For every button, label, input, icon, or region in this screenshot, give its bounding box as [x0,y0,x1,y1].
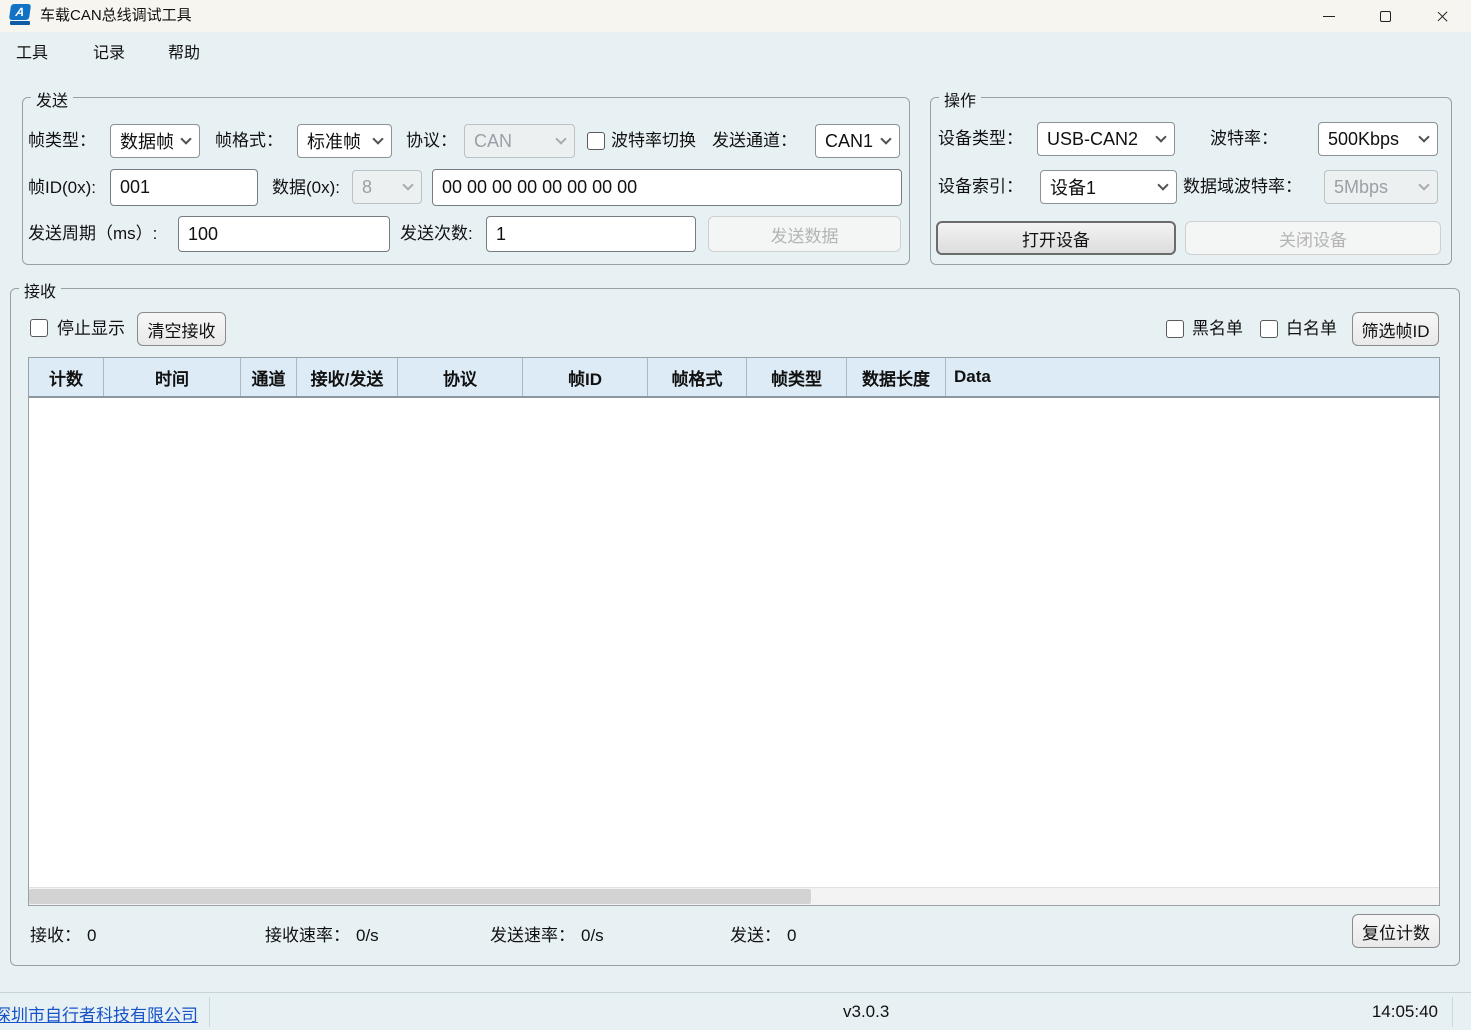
send-channel-select[interactable]: CAN1 [815,124,900,158]
app-version: v3.0.3 [843,1002,889,1022]
blacklist-label: 黑名单 [1192,312,1243,346]
device-type-select[interactable]: USB-CAN2 [1037,122,1175,156]
baud-rate-select[interactable]: 500Kbps [1318,122,1438,156]
send-channel-label: 发送通道： [712,124,797,158]
frame-type-select[interactable]: 数据帧 [110,124,200,158]
device-index-select[interactable]: 设备1 [1040,170,1177,204]
data-baud-label: 数据域波特率： [1183,170,1302,204]
chevron-down-icon [1418,179,1429,190]
open-device-button[interactable]: 打开设备 [936,221,1176,255]
data-bytes-input[interactable] [432,169,902,206]
blacklist-checkbox[interactable] [1166,320,1184,338]
receive-group-label: 接收 [19,278,61,302]
send-data-button: 发送数据 [708,216,901,252]
status-bar: 深圳市自行者科技有限公司 v3.0.3 14:05:40 [0,992,1471,1030]
maximize-icon [1380,11,1391,22]
frame-id-label: 帧ID(0x): [28,169,96,206]
col-data[interactable]: Data [946,358,1439,396]
data-baud-select: 5Mbps [1324,170,1438,204]
menu-record[interactable]: 记录 [93,40,125,68]
col-frame-type[interactable]: 帧类型 [747,358,847,396]
title-bar: A 车载CAN总线调试工具 [0,0,1471,32]
col-protocol[interactable]: 协议 [398,358,523,396]
col-frame-format[interactable]: 帧格式 [648,358,747,396]
device-index-label: 设备索引： [938,170,1023,204]
receive-table: 计数 时间 通道 接收/发送 协议 帧ID 帧格式 帧类型 数据长度 Data [28,357,1440,906]
send-count-value: 0 [787,926,796,945]
data-length-label: 数据(0x): [272,169,340,206]
whitelist-label: 白名单 [1286,312,1337,346]
app-logo-icon: A [10,4,32,28]
minimize-button[interactable] [1300,0,1357,32]
stop-display-checkbox[interactable] [30,319,48,337]
col-channel[interactable]: 通道 [241,358,297,396]
minimize-icon [1323,16,1335,17]
close-device-button: 关闭设备 [1185,221,1441,255]
frame-format-label: 帧格式： [215,124,283,158]
baud-rate-label: 波特率： [1210,122,1278,156]
reset-count-button[interactable]: 复位计数 [1352,914,1440,948]
send-rate-stat: 发送速率：0/s [490,921,604,946]
send-times-label: 发送次数: [400,216,473,252]
menu-tools[interactable]: 工具 [16,40,48,68]
send-times-input[interactable] [486,216,696,252]
scrollbar-thumb[interactable] [29,889,811,904]
frame-id-input[interactable] [110,169,258,206]
baud-switch-label: 波特率切换 [611,124,696,158]
menu-help[interactable]: 帮助 [168,40,200,68]
col-count[interactable]: 计数 [29,358,104,396]
chevron-down-icon [180,133,191,144]
recv-count-value: 0 [87,926,96,945]
send-rate-value: 0/s [581,926,604,945]
recv-count-stat: 接收：0 [30,921,96,946]
receive-table-header: 计数 时间 通道 接收/发送 协议 帧ID 帧格式 帧类型 数据长度 Data [29,358,1439,398]
close-button[interactable] [1414,0,1471,32]
maximize-button[interactable] [1357,0,1414,32]
send-count-stat: 发送：0 [730,921,796,946]
horizontal-scrollbar[interactable] [29,887,1439,905]
chevron-down-icon [1157,179,1168,190]
col-frame-id[interactable]: 帧ID [523,358,648,396]
send-period-input[interactable] [178,216,390,252]
baud-switch-checkbox[interactable] [587,132,605,150]
protocol-label: 协议： [406,124,457,158]
frame-format-select[interactable]: 标准帧 [297,124,392,158]
send-group-label: 发送 [31,87,73,111]
col-rx-tx[interactable]: 接收/发送 [297,358,398,396]
clock: 14:05:40 [1372,1002,1438,1022]
operation-group-label: 操作 [939,87,981,111]
chevron-down-icon [1155,131,1166,142]
device-type-label: 设备类型： [938,122,1023,156]
chevron-down-icon [372,133,383,144]
company-link[interactable]: 深圳市自行者科技有限公司 [0,1001,198,1026]
filter-frame-id-button[interactable]: 筛选帧ID [1352,312,1439,346]
send-period-label: 发送周期（ms）: [28,216,157,252]
clear-receive-button[interactable]: 清空接收 [137,312,226,346]
close-icon [1436,10,1449,23]
chevron-down-icon [1418,131,1429,142]
col-time[interactable]: 时间 [104,358,241,396]
stop-display-label: 停止显示 [57,312,125,346]
dlc-select: 8 [352,170,422,204]
recv-rate-stat: 接收速率：0/s [265,921,379,946]
chevron-down-icon [402,179,413,190]
statusbar-divider [1452,997,1453,1027]
chevron-down-icon [880,133,891,144]
recv-rate-value: 0/s [356,926,379,945]
statusbar-divider [209,997,210,1027]
col-data-length[interactable]: 数据长度 [847,358,946,396]
protocol-select: CAN [464,124,575,158]
frame-type-label: 帧类型： [28,124,96,158]
receive-table-body [29,398,1439,887]
window-title: 车载CAN总线调试工具 [40,0,192,32]
chevron-down-icon [555,133,566,144]
whitelist-checkbox[interactable] [1260,320,1278,338]
